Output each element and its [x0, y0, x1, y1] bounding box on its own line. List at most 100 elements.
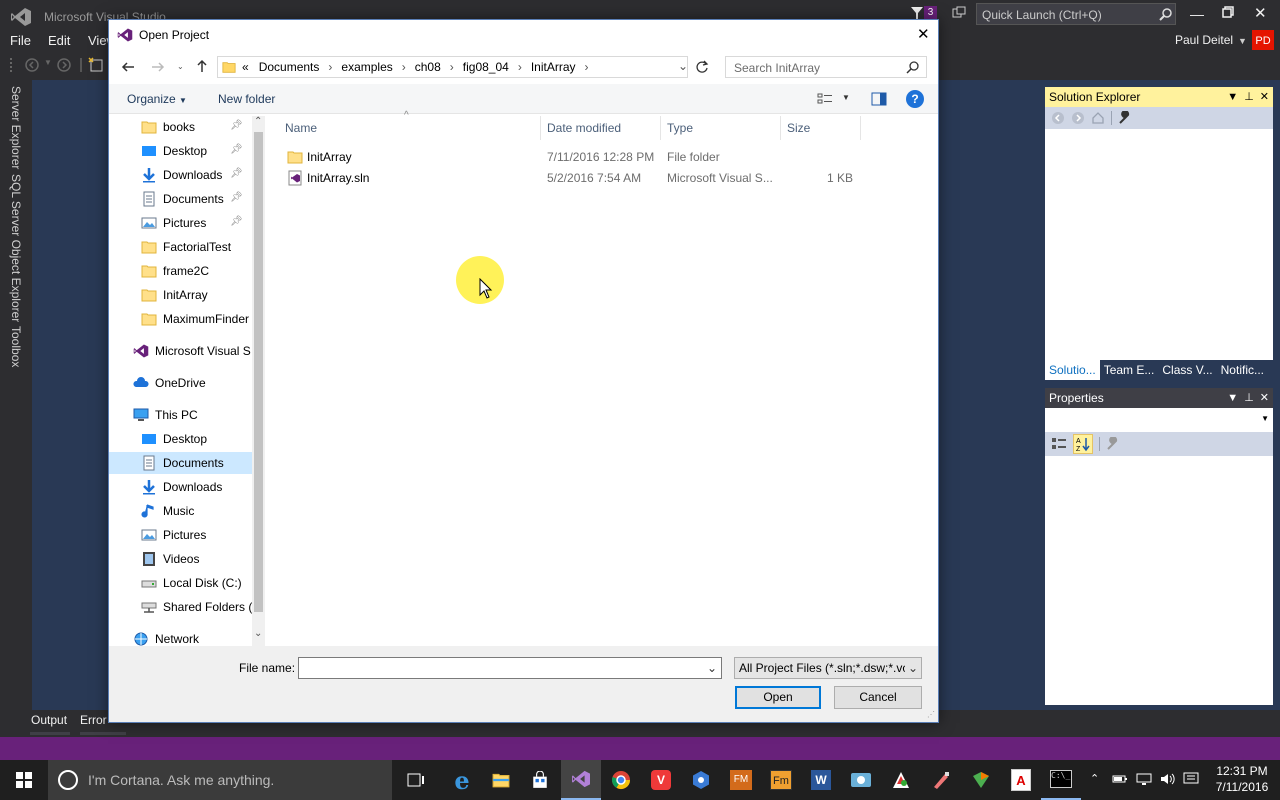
nav-item-pc-desktop[interactable]: Desktop: [141, 428, 207, 450]
nav-item-pictures[interactable]: Pictures: [141, 212, 206, 234]
view-dropdown-icon[interactable]: ▼: [842, 93, 850, 102]
properties-close-icon[interactable]: ✕: [1260, 388, 1269, 408]
menu-file[interactable]: File: [10, 33, 31, 48]
word-icon[interactable]: W: [801, 760, 841, 800]
nav-item-pc-local-disk[interactable]: Local Disk (C:): [141, 572, 242, 594]
tray-chevron-up-icon[interactable]: ⌃: [1090, 772, 1099, 785]
quick-launch-input[interactable]: Quick Launch (Ctrl+Q): [976, 3, 1176, 25]
menu-edit[interactable]: Edit: [48, 33, 70, 48]
search-input[interactable]: Search InitArray: [725, 56, 927, 78]
framemaker-icon[interactable]: FM: [721, 760, 761, 800]
nav-item-pc-documents[interactable]: Documents: [109, 452, 252, 474]
file-name-input[interactable]: ⌄: [298, 657, 722, 679]
network-tray-icon[interactable]: [1136, 772, 1152, 786]
refresh-icon[interactable]: [695, 60, 709, 74]
cancel-button[interactable]: Cancel: [834, 686, 922, 709]
visual-studio-taskbar-icon[interactable]: [561, 760, 601, 800]
output-tab[interactable]: Output: [31, 713, 67, 727]
pin-icon[interactable]: 📌︎: [230, 216, 243, 227]
restore-icon[interactable]: [1222, 6, 1234, 18]
paint-brush-icon[interactable]: [921, 760, 961, 800]
paint-app-icon[interactable]: [881, 760, 921, 800]
framemaker-alt-icon[interactable]: Fm: [761, 760, 801, 800]
minimize-icon[interactable]: —: [1190, 6, 1204, 22]
preview-pane-icon[interactable]: [871, 92, 887, 106]
nav-item-factorialtest[interactable]: FactorialTest: [141, 236, 231, 258]
toolbox-tab[interactable]: Toolbox: [9, 326, 23, 367]
breadcrumb-separator-icon[interactable]: ›: [585, 60, 589, 74]
back-nav-icon[interactable]: [24, 57, 40, 73]
user-dropdown-icon[interactable]: ▼: [1238, 36, 1247, 46]
tab-solution-explorer[interactable]: Solutio...: [1045, 360, 1100, 380]
back-arrow-icon[interactable]: [121, 60, 135, 74]
new-project-icon[interactable]: [88, 57, 104, 73]
nav-item-pc-shared-folders[interactable]: Shared Folders (\: [141, 596, 252, 618]
panel-close-icon[interactable]: ✕: [1260, 87, 1269, 107]
cortana-search-box[interactable]: I'm Cortana. Ask me anything.: [48, 760, 392, 800]
pin-icon[interactable]: 📌︎: [230, 144, 243, 155]
nav-item-pc-music[interactable]: Music: [141, 500, 194, 522]
back-dropdown-icon[interactable]: ▼: [44, 58, 52, 67]
address-chevron-down-icon[interactable]: ⌄: [678, 59, 688, 73]
alphabetical-icon[interactable]: AZ: [1073, 434, 1093, 454]
action-center-icon[interactable]: [1183, 772, 1199, 786]
forward-arrow-icon[interactable]: [151, 60, 165, 74]
tab-team-explorer[interactable]: Team E...: [1100, 360, 1159, 380]
navigation-scrollbar[interactable]: ⌃ ⌄: [252, 116, 265, 646]
vivaldi-icon[interactable]: V: [641, 760, 681, 800]
se-forward-icon[interactable]: [1071, 111, 1085, 125]
nav-item-this-pc[interactable]: This PC: [133, 404, 198, 426]
battery-icon[interactable]: [1112, 772, 1128, 786]
nav-item-pc-downloads[interactable]: Downloads: [141, 476, 222, 498]
resize-grip-icon[interactable]: ⋰: [927, 710, 935, 719]
edge-browser-icon[interactable]: e: [442, 760, 482, 800]
breadcrumb-separator-icon[interactable]: ›: [328, 60, 332, 74]
nav-item-pc-videos[interactable]: Videos: [141, 548, 199, 570]
dialog-close-icon[interactable]: ✕: [917, 25, 930, 43]
start-windows-icon[interactable]: [4, 760, 44, 800]
nav-item-initarray[interactable]: InitArray: [141, 284, 208, 306]
scroll-down-icon[interactable]: ⌄: [254, 628, 262, 639]
breadcrumb-initarray[interactable]: InitArray: [531, 60, 576, 74]
column-size[interactable]: Size: [781, 116, 861, 140]
store-icon[interactable]: [520, 760, 560, 800]
se-back-icon[interactable]: [1051, 111, 1065, 125]
nav-item-network[interactable]: Network: [133, 628, 199, 646]
breadcrumb-separator-icon[interactable]: ›: [402, 60, 406, 74]
notification-flag-icon[interactable]: [910, 6, 924, 20]
breadcrumb-ch08[interactable]: ch08: [415, 60, 441, 74]
properties-pin-icon[interactable]: ⊥: [1244, 388, 1254, 408]
categorized-icon[interactable]: [1051, 436, 1067, 452]
nav-item-books[interactable]: books: [141, 116, 195, 138]
pin-icon[interactable]: 📌︎: [230, 168, 243, 179]
breadcrumb-examples[interactable]: examples: [341, 60, 392, 74]
user-avatar[interactable]: PD: [1252, 30, 1274, 52]
breadcrumb-separator-icon[interactable]: ›: [450, 60, 454, 74]
pin-icon[interactable]: 📌︎: [230, 120, 243, 131]
user-name[interactable]: Paul Deitel: [1175, 33, 1233, 47]
snipping-tool-icon[interactable]: [841, 760, 881, 800]
camtasia-icon[interactable]: [961, 760, 1001, 800]
sql-server-object-explorer-tab[interactable]: SQL Server Object Explorer: [9, 174, 23, 322]
file-explorer-icon[interactable]: [481, 760, 521, 800]
acrobat-pdf-icon[interactable]: A: [1001, 760, 1041, 800]
file-row-initarray-folder[interactable]: InitArray 7/11/2016 12:28 PM File folder: [281, 147, 861, 168]
app-hexagon-icon[interactable]: [681, 760, 721, 800]
nav-item-microsoft-visual-studio[interactable]: Microsoft Visual S: [133, 340, 251, 362]
up-arrow-icon[interactable]: [195, 59, 209, 73]
clock-date[interactable]: 7/11/2016: [1212, 780, 1272, 794]
property-pages-wrench-icon[interactable]: [1106, 437, 1120, 451]
file-type-filter-select[interactable]: All Project Files (*.sln;*.dsw;*.vc ⌄: [734, 657, 922, 679]
file-name-chevron-down-icon[interactable]: ⌄: [707, 661, 717, 675]
error-list-tab[interactable]: Error: [80, 713, 108, 727]
filter-chevron-down-icon[interactable]: ⌄: [908, 661, 918, 675]
se-home-icon[interactable]: [1091, 111, 1105, 125]
column-date-modified[interactable]: Date modified: [541, 116, 661, 140]
recent-locations-chevron-down-icon[interactable]: ⌄: [177, 62, 184, 71]
close-icon[interactable]: ✕: [1254, 4, 1267, 22]
feedback-icon[interactable]: [952, 6, 966, 20]
properties-object-selector[interactable]: ▼: [1045, 408, 1273, 432]
scroll-up-icon[interactable]: ⌃: [254, 116, 262, 127]
nav-item-maximumfinder[interactable]: MaximumFinder: [141, 308, 249, 330]
se-properties-wrench-icon[interactable]: [1118, 111, 1132, 125]
